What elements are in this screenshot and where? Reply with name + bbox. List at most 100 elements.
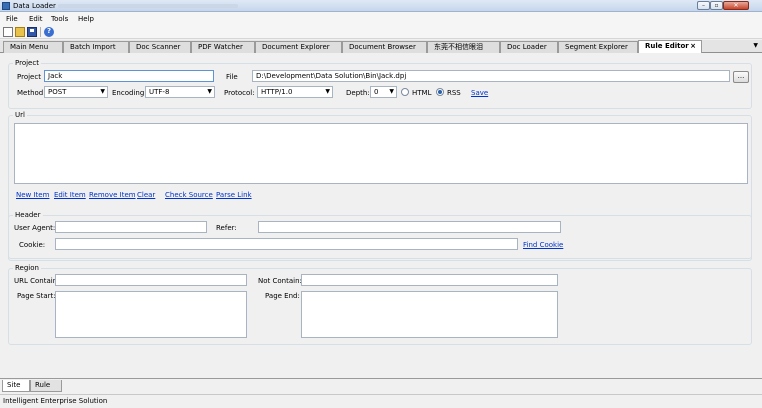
page-end-area[interactable] [301,291,558,338]
status-text: Intelligent Enterprise Solution [3,397,108,405]
tab-label: Doc Loader [507,43,547,51]
tab-label: Segment Explorer [565,43,628,51]
find-cookie-link[interactable]: Find Cookie [523,241,563,249]
tab-label: Batch Import [70,43,116,51]
file-path-field[interactable]: D:\Development\Data Solution\Bin\Jack.dp… [252,70,730,82]
group-title: Url [13,111,27,119]
not-contain-label: Not Contain: [258,277,302,285]
cookie-field[interactable] [55,238,518,250]
menu-tools[interactable]: Tools [51,15,68,23]
check-source-link[interactable]: Check Source [165,191,213,199]
menu-file[interactable]: File [6,15,18,23]
user-agent-field[interactable] [55,221,207,233]
tab-main-menu[interactable]: Main Menu [3,41,63,53]
tab-label: 东莞不相信眼泪 [434,43,483,51]
project-name-field[interactable]: Jack [44,70,214,82]
rss-radio-label: RSS [447,89,461,97]
encoding-select[interactable]: UTF-8 ▼ [145,86,215,98]
parse-link-link[interactable]: Parse Link [216,191,252,199]
tab-document-browser[interactable]: Document Browser [342,41,427,53]
minimize-button[interactable]: – [697,1,710,10]
menu-edit[interactable]: Edit [29,15,43,23]
bottom-tab-strip: Site Rule [0,378,762,393]
refer-field[interactable] [258,221,561,233]
document-tab-strip: Main Menu Batch Import Doc Scanner PDF W… [0,40,762,54]
project-label: Project [17,73,41,81]
chevron-down-icon: ▼ [325,88,330,95]
protocol-label: Protocol: [224,89,255,97]
group-title: Header [13,211,43,219]
toolbar-separator [40,27,41,37]
tab-label: Main Menu [10,43,49,51]
cookie-label: Cookie: [19,241,46,249]
remove-item-link[interactable]: Remove Item [89,191,136,199]
url-list[interactable] [14,123,748,184]
tab-doc-loader[interactable]: Doc Loader [500,41,558,53]
tab-rule-editor[interactable]: Rule Editor × [638,40,702,54]
menu-bar: File Edit Tools Help [0,12,762,25]
tab-label: Rule Editor [645,42,689,50]
chevron-down-icon: ▼ [389,88,394,95]
url-contain-label: URL Contain: [14,277,60,285]
close-window-button[interactable]: ✕ [723,1,749,10]
depth-value: 0 [374,88,379,96]
tab-pdf-watcher[interactable]: PDF Watcher [191,41,255,53]
page-start-label: Page Start: [17,292,56,300]
file-label: File [226,73,238,81]
status-bar: Intelligent Enterprise Solution [0,394,762,408]
tab-doc-scanner[interactable]: Doc Scanner [129,41,191,53]
user-agent-label: User Agent: [14,224,56,232]
save-disk-icon[interactable] [27,27,37,37]
encoding-value: UTF-8 [149,88,170,96]
tab-document-explorer[interactable]: Document Explorer [255,41,342,53]
tab-site[interactable]: Site [2,380,30,392]
method-label: Method: [17,89,46,97]
depth-label: Depth: [346,89,370,97]
save-link[interactable]: Save [471,89,488,97]
clear-link[interactable]: Clear [137,191,155,199]
tab-label: Doc Scanner [136,43,181,51]
menu-help[interactable]: Help [78,15,94,23]
tab-label: Document Browser [349,43,416,51]
page-end-label: Page End: [265,292,300,300]
new-file-icon[interactable] [3,27,13,37]
tab-segment-explorer[interactable]: Segment Explorer [558,41,638,53]
tab-rule[interactable]: Rule [30,380,62,392]
url-contain-field[interactable] [55,274,247,286]
protocol-value: HTTP/1.0 [261,88,293,96]
title-bar-blurred-area [58,4,238,8]
edit-item-link[interactable]: Edit Item [54,191,86,199]
app-icon [2,2,10,10]
protocol-select[interactable]: HTTP/1.0 ▼ [257,86,333,98]
method-value: POST [48,88,67,96]
tab-list-dropdown-icon[interactable]: ▼ [753,42,758,49]
tab-chinese-title[interactable]: 东莞不相信眼泪 [427,41,500,53]
tab-label: Rule [35,381,51,389]
toolbar: ? [0,25,762,39]
open-folder-icon[interactable] [15,27,25,37]
tab-batch-import[interactable]: Batch Import [63,41,129,53]
rss-radio[interactable] [436,88,444,96]
close-tab-icon[interactable]: × [690,41,696,52]
not-contain-field[interactable] [301,274,558,286]
tab-label: Site [7,381,21,389]
encoding-label: Encoding: [112,89,147,97]
maximize-button[interactable]: ▫ [710,1,723,10]
window-title: Data Loader [13,2,56,10]
browse-button[interactable]: ... [733,71,749,83]
html-radio[interactable] [401,88,409,96]
chevron-down-icon: ▼ [207,88,212,95]
new-item-link[interactable]: New Item [16,191,49,199]
depth-select[interactable]: 0 ▼ [370,86,397,98]
refer-label: Refer: [216,224,237,232]
group-title: Project [13,59,41,67]
method-select[interactable]: POST ▼ [44,86,108,98]
rule-editor-panel: Project Project Jack File D:\Development… [2,53,760,378]
group-title: Region [13,264,41,272]
title-bar: Data Loader – ▫ ✕ [0,0,762,12]
help-icon[interactable]: ? [44,27,54,37]
tab-label: Document Explorer [262,43,330,51]
tab-label: PDF Watcher [198,43,243,51]
chevron-down-icon: ▼ [100,88,105,95]
page-start-area[interactable] [55,291,247,338]
